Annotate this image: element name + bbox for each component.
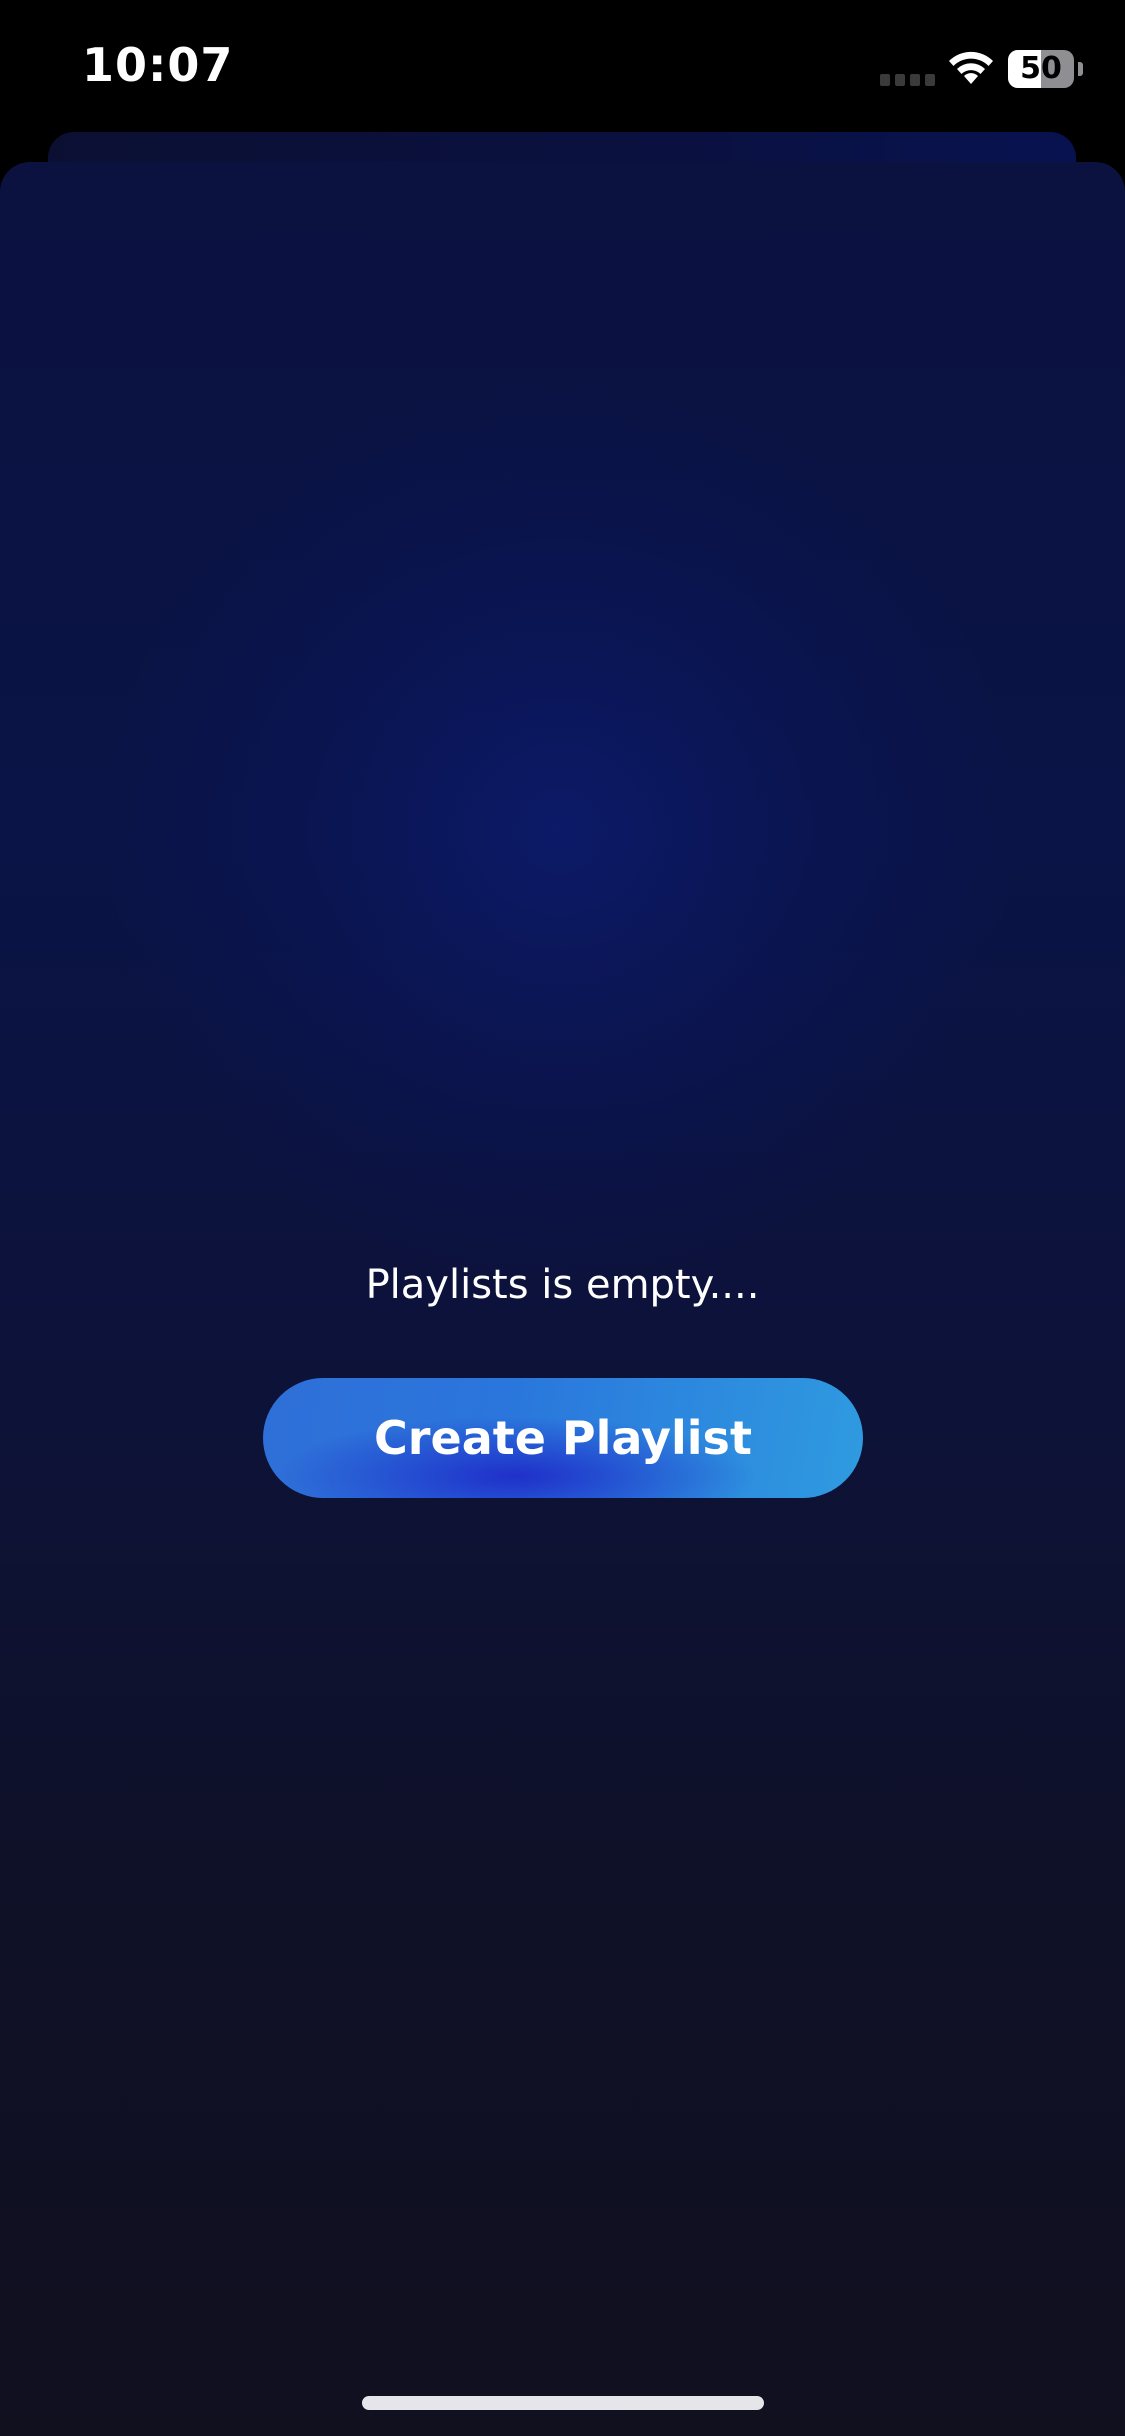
battery-body: 50 [1008, 50, 1074, 88]
battery-icon: 50 [1008, 50, 1084, 88]
cellular-signal-icon [880, 74, 936, 86]
status-bar: 10:07 50 [0, 0, 1125, 130]
status-time: 10:07 [82, 38, 234, 92]
home-indicator[interactable] [362, 2396, 764, 2410]
empty-state-message: Playlists is empty.... [365, 1262, 760, 1308]
battery-nub [1078, 62, 1083, 76]
app-screen: 10:07 50 Playlists is empty.... Create P… [0, 0, 1125, 2436]
wifi-icon [949, 51, 993, 84]
battery-level: 50 [1020, 51, 1062, 86]
background-glow [110, 382, 1010, 1282]
create-playlist-button[interactable]: Create Playlist [263, 1378, 863, 1498]
